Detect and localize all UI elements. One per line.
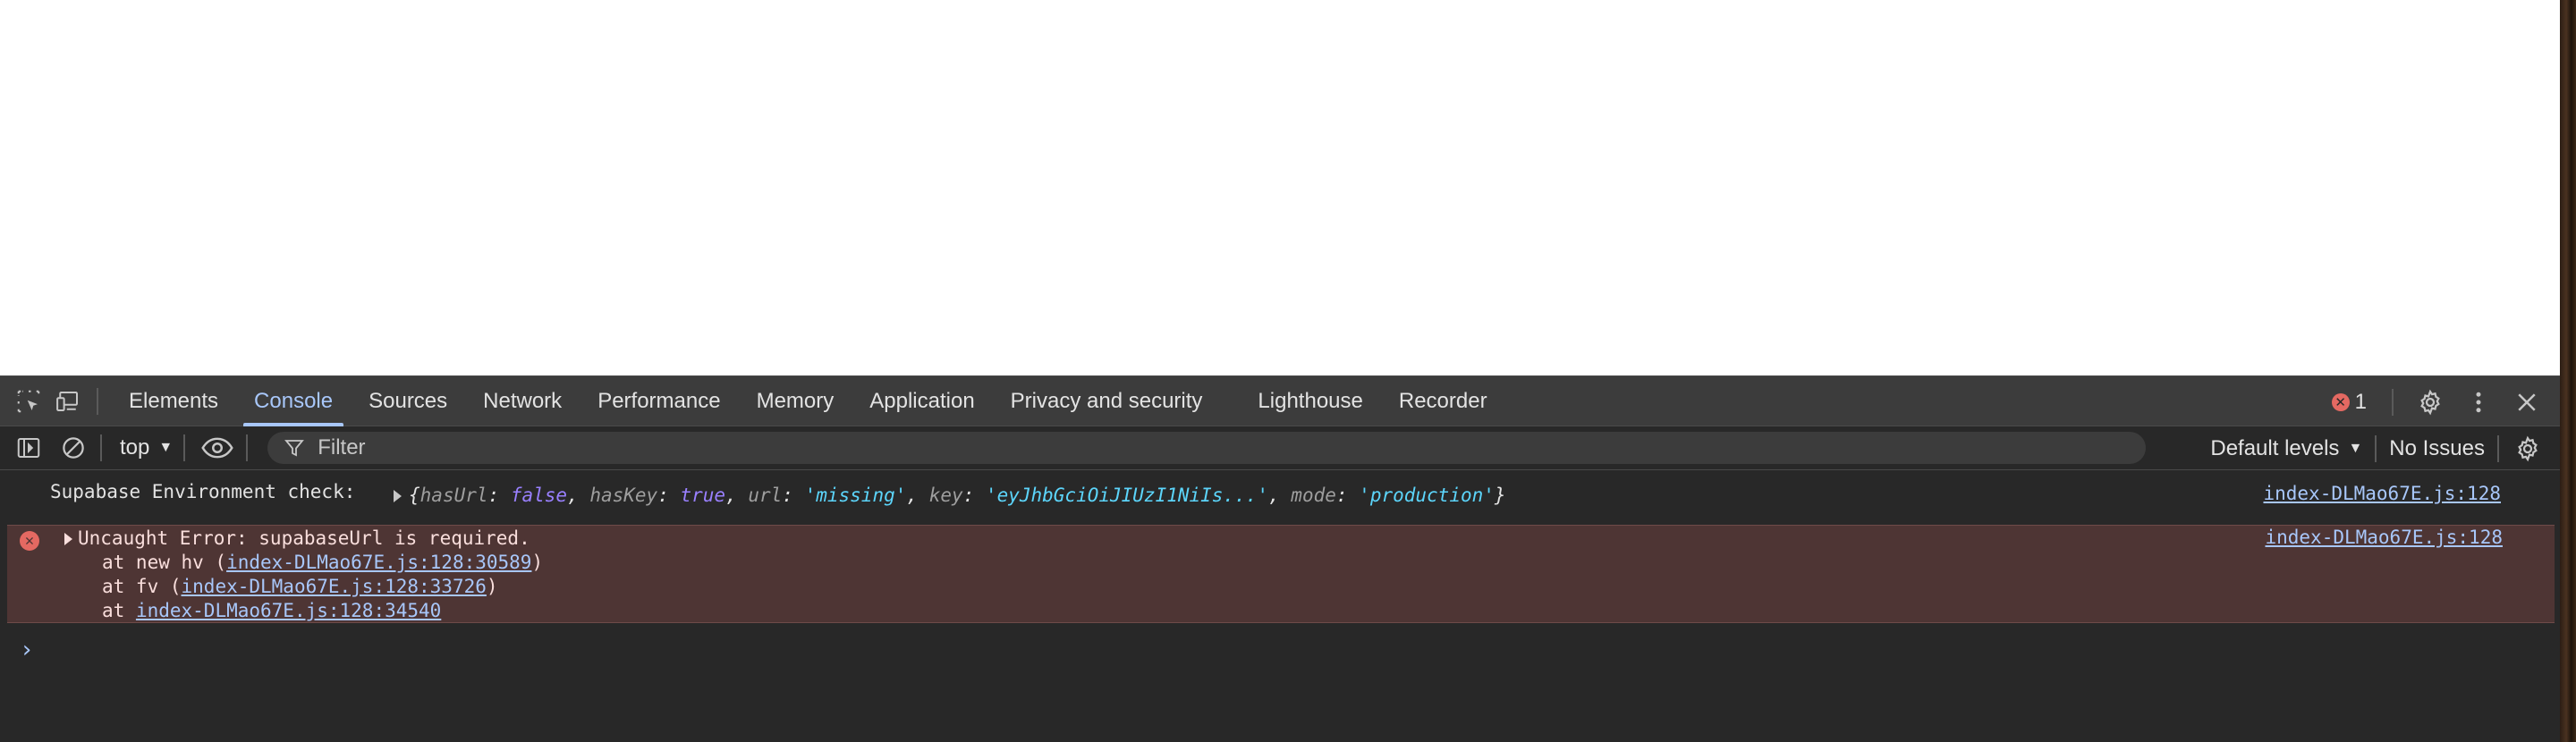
tab-network[interactable]: Network (465, 375, 580, 426)
tab-performance[interactable]: Performance (580, 375, 738, 426)
expand-triangle-icon[interactable] (64, 533, 72, 545)
stack-link[interactable]: index-DLMao67E.js:128:30589 (226, 552, 531, 573)
error-icon: ✕ (2331, 392, 2350, 411)
devtools-tabbar: Elements Console Sources Network Perform… (0, 375, 2560, 426)
separator (97, 387, 98, 415)
clear-console-icon[interactable] (57, 432, 89, 464)
error-count: 1 (2354, 389, 2367, 414)
desktop-edge (2560, 0, 2576, 742)
tab-recorder[interactable]: Recorder (1381, 375, 1505, 426)
inspect-element-icon[interactable] (13, 385, 45, 417)
log-label: Supabase Environment check: (50, 481, 356, 502)
error-title: Uncaught Error: supabaseUrl is required. (78, 527, 530, 549)
separator (100, 434, 102, 461)
filter-field[interactable] (267, 432, 2147, 464)
chevron-down-icon: ▼ (158, 440, 174, 455)
console-error-message: ✕ Uncaught Error: supabaseUrl is require… (7, 525, 2555, 623)
log-levels-label: Default levels (2210, 435, 2340, 460)
stack-link[interactable]: index-DLMao67E.js:128:34540 (136, 600, 441, 621)
separator (2392, 388, 2394, 416)
tab-console[interactable]: Console (236, 375, 351, 426)
tab-privacy-and-security[interactable]: Privacy and security (993, 375, 1221, 426)
console-settings-gear-icon[interactable] (2512, 433, 2544, 465)
log-source-link[interactable]: index-DLMao67E.js:128 (2263, 483, 2501, 504)
console-prompt-chevron-icon[interactable]: › (20, 637, 34, 663)
separator (2497, 434, 2499, 462)
error-stack: Uncaught Error: supabaseUrl is required.… (57, 527, 543, 623)
stack-link[interactable]: index-DLMao67E.js:128:33726 (182, 576, 487, 597)
chevron-down-icon: ▼ (2348, 440, 2363, 456)
error-circle-icon: ✕ (20, 531, 39, 551)
context-selector[interactable]: top ▼ (120, 435, 173, 460)
filter-input[interactable] (318, 435, 2018, 460)
tab-memory[interactable]: Memory (739, 375, 852, 426)
tab-sources[interactable]: Sources (351, 375, 465, 426)
settings-gear-icon[interactable] (2413, 385, 2447, 419)
tab-application[interactable]: Application (852, 375, 992, 426)
live-expression-eye-icon[interactable] (199, 432, 235, 464)
expand-triangle-icon[interactable] (394, 490, 402, 502)
more-options-icon[interactable] (2462, 385, 2496, 419)
tab-lighthouse[interactable]: Lighthouse (1240, 375, 1380, 426)
console-log-message: Supabase Environment check: {hasUrl: fal… (0, 477, 2560, 513)
show-sidebar-icon[interactable] (13, 432, 45, 464)
close-icon[interactable] (2510, 385, 2544, 419)
page-viewport (0, 0, 2560, 375)
tab-elements[interactable]: Elements (111, 375, 236, 426)
separator (2375, 434, 2377, 462)
separator (183, 434, 186, 461)
error-count-badge[interactable]: ✕ 1 (2331, 389, 2367, 415)
separator (246, 434, 249, 461)
console-toolbar: top ▼ Default levels ▼ No Issues (0, 426, 2560, 470)
log-object-preview[interactable]: {hasUrl: false, hasKey: true, url: 'miss… (394, 485, 1506, 506)
device-toolbar-icon[interactable] (52, 385, 84, 417)
devtools-panel: Elements Console Sources Network Perform… (0, 375, 2560, 742)
context-label: top (120, 435, 150, 460)
filter-funnel-icon (284, 440, 305, 457)
error-source-link[interactable]: index-DLMao67E.js:128 (2265, 527, 2503, 548)
log-levels-dropdown[interactable]: Default levels ▼ (2210, 436, 2362, 461)
issues-button[interactable]: No Issues (2389, 436, 2485, 461)
